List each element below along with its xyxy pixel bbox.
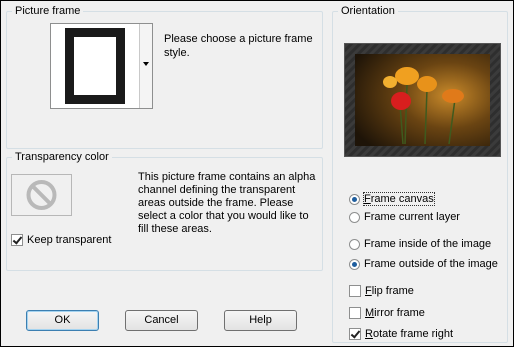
- transparency-color-swatch[interactable]: [11, 174, 72, 216]
- frame-canvas-radio[interactable]: Frame canvas: [349, 192, 435, 206]
- keep-transparent-label: Keep transparent: [27, 234, 112, 246]
- mirror-frame-checkbox[interactable]: Mirror frame: [349, 307, 425, 319]
- picture-frame-group: Picture frame Please choose a picture fr…: [6, 5, 323, 149]
- transparency-color-group: Transparency color This picture frame co…: [6, 151, 323, 271]
- frame-outside-label: Frame outside of the image: [364, 258, 498, 270]
- transparency-description: This picture frame contains an alpha cha…: [138, 171, 316, 235]
- flip-frame-check[interactable]: [349, 285, 361, 297]
- orientation-group: Orientation Frame canvas Frame current l…: [332, 5, 508, 343]
- rotate-frame-right-label: Rotate frame right: [365, 328, 454, 340]
- rotate-frame-right-check[interactable]: [349, 328, 361, 340]
- flip-frame-checkbox[interactable]: Flip frame: [349, 285, 414, 297]
- chevron-down-icon: [143, 62, 149, 66]
- frame-inside-label: Frame inside of the image: [364, 238, 492, 250]
- mirror-frame-label: Mirror frame: [365, 307, 425, 319]
- flip-frame-label: Flip frame: [365, 285, 414, 297]
- picture-frame-group-title: Picture frame: [12, 5, 84, 18]
- frame-inside-radio-dot[interactable]: [349, 238, 360, 250]
- ok-button[interactable]: OK: [26, 310, 99, 331]
- orientation-group-title: Orientation: [338, 5, 398, 18]
- mirror-frame-check[interactable]: [349, 307, 361, 319]
- keep-transparent-check[interactable]: [11, 234, 23, 246]
- poppies-preview-image: [345, 44, 500, 156]
- picture-frame-dialog: Picture frame Please choose a picture fr…: [0, 0, 514, 347]
- picture-frame-description: Please choose a picture frame style.: [164, 33, 313, 59]
- frame-canvas-label: Frame canvas: [363, 192, 435, 206]
- frame-current-layer-radio-dot[interactable]: [349, 211, 360, 223]
- frame-style-dropdown[interactable]: [50, 23, 153, 109]
- frame-inside-radio[interactable]: Frame inside of the image: [349, 238, 491, 250]
- dropdown-arrow-button[interactable]: [139, 24, 152, 108]
- cancel-button[interactable]: Cancel: [125, 310, 198, 331]
- frame-canvas-radio-dot[interactable]: [349, 193, 360, 205]
- frame-outside-radio[interactable]: Frame outside of the image: [349, 258, 498, 270]
- transparency-group-title: Transparency color: [12, 151, 112, 164]
- rotate-frame-right-checkbox[interactable]: Rotate frame right: [349, 328, 453, 340]
- frame-current-layer-radio[interactable]: Frame current layer: [349, 211, 460, 223]
- frame-preview: [344, 43, 501, 157]
- frame-current-layer-label: Frame current layer: [364, 211, 460, 223]
- frame-outside-radio-dot[interactable]: [349, 258, 360, 270]
- no-color-icon: [26, 180, 57, 210]
- keep-transparent-checkbox[interactable]: Keep transparent: [11, 234, 111, 246]
- frame-style-thumbnail: [65, 28, 125, 104]
- help-button[interactable]: Help: [224, 310, 297, 331]
